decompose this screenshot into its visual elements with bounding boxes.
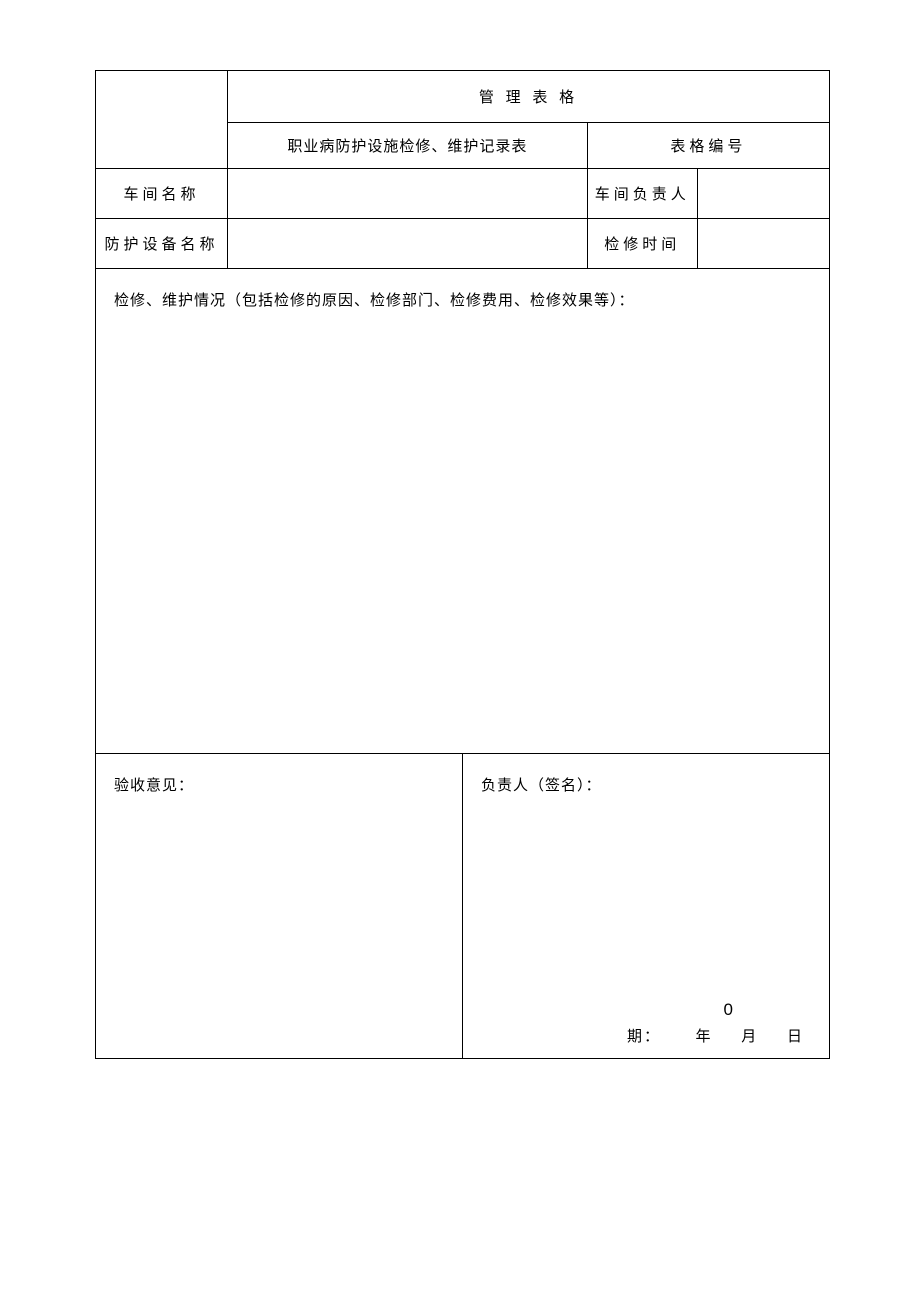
form-subtitle: 职业病防护设施检修、维护记录表 bbox=[228, 123, 588, 169]
logo-cell bbox=[96, 71, 228, 169]
form-number-label: 表格编号 bbox=[587, 123, 829, 169]
repair-details-label: 检修、维护情况（包括检修的原因、检修部门、检修费用、检修效果等）： bbox=[114, 293, 635, 309]
acceptance-label: 验收意见： bbox=[114, 778, 194, 794]
signer-label: 负责人（签名）： bbox=[481, 778, 602, 794]
date-month: 月 bbox=[741, 1029, 758, 1045]
date-day: 日 bbox=[787, 1029, 804, 1045]
workshop-leader-label: 车间负责人 bbox=[587, 169, 697, 219]
form-title: 管 理 表 格 bbox=[228, 71, 830, 123]
workshop-name-label: 车间名称 bbox=[96, 169, 228, 219]
repair-details-section[interactable]: 检修、维护情况（包括检修的原因、检修部门、检修费用、检修效果等）： bbox=[96, 269, 830, 754]
signature-section[interactable]: 负责人（签名）： 0 期： 年 月 日 bbox=[462, 754, 829, 1059]
zero-mark: 0 bbox=[724, 1000, 734, 1020]
equipment-name-label: 防护设备名称 bbox=[96, 219, 228, 269]
equipment-name-value[interactable] bbox=[228, 219, 588, 269]
workshop-leader-value[interactable] bbox=[697, 169, 829, 219]
acceptance-section[interactable]: 验收意见： bbox=[96, 754, 463, 1059]
repair-time-value[interactable] bbox=[697, 219, 829, 269]
date-line: 期： 年 月 日 bbox=[463, 1025, 804, 1046]
date-year: 年 bbox=[695, 1029, 712, 1045]
maintenance-form-table: 管 理 表 格 职业病防护设施检修、维护记录表 表格编号 车间名称 车间负责人 … bbox=[95, 70, 830, 1059]
repair-time-label: 检修时间 bbox=[587, 219, 697, 269]
workshop-name-value[interactable] bbox=[228, 169, 588, 219]
date-prefix: 期： bbox=[627, 1029, 661, 1045]
